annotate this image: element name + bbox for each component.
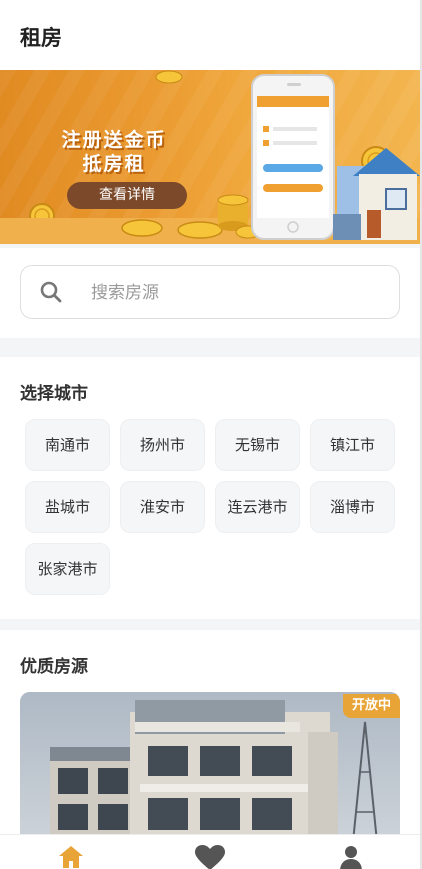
house-illustration xyxy=(333,148,420,240)
banner-headline-line1: 注册送金币 xyxy=(61,129,167,151)
city-section-title: 选择城市 xyxy=(20,384,88,404)
city-section: 选择城市 南通市 扬州市 无锡市 镇江市 盐城市 淮安市 连云港市 淄博市 张家… xyxy=(0,357,420,619)
search-input[interactable] xyxy=(89,278,383,308)
heart-icon xyxy=(195,845,225,869)
city-chip[interactable]: 镇江市 xyxy=(310,419,395,471)
coin-icon xyxy=(155,70,183,84)
banner-headline-line2: 抵房租 xyxy=(82,153,146,175)
city-chip[interactable]: 无锡市 xyxy=(215,419,300,471)
city-chip[interactable]: 连云港市 xyxy=(215,481,300,533)
city-chip[interactable]: 张家港市 xyxy=(25,543,110,595)
header: 租房 xyxy=(0,0,420,70)
city-chip[interactable]: 南通市 xyxy=(25,419,110,471)
city-chip[interactable]: 淄博市 xyxy=(310,481,395,533)
city-chip[interactable]: 扬州市 xyxy=(120,419,205,471)
page-title: 租房 xyxy=(20,26,62,50)
banner-headline: 注册送金币 抵房租 xyxy=(44,128,184,176)
search-icon xyxy=(40,281,62,303)
featured-section-title: 优质房源 xyxy=(20,657,88,677)
tab-home[interactable] xyxy=(40,835,100,869)
search-box[interactable] xyxy=(20,265,400,319)
promo-banner[interactable]: 注册送金币 抵房租 查看详情 xyxy=(0,70,420,244)
tab-profile[interactable] xyxy=(320,835,380,869)
phone-illustration xyxy=(251,74,335,240)
app-page: 租房 注册送金币 抵房租 查看详情 搜索房源 选择城市 南通市 扬州市 无锡市 … xyxy=(0,0,420,869)
city-chip[interactable]: 盐城市 xyxy=(25,481,110,533)
user-icon xyxy=(340,846,362,869)
status-badge: 开放中 xyxy=(342,694,400,718)
tab-favorites[interactable] xyxy=(180,835,240,869)
home-icon xyxy=(59,846,83,868)
search-section xyxy=(0,248,420,338)
bottom-tab-bar xyxy=(0,834,420,869)
coin-stack-icon xyxy=(121,194,260,239)
city-chip[interactable]: 淮安市 xyxy=(120,481,205,533)
